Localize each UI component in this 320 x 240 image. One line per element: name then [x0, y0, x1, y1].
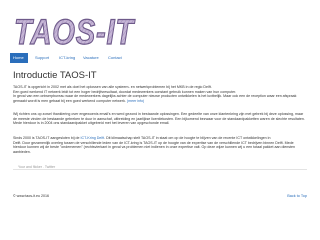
intro-text: In geval van een ontwerpbureau waar de m… — [13, 94, 297, 103]
ict-kring-text: . Dit klimaatschap stelt TAOS-IT in staa… — [104, 136, 271, 140]
copyright: © www.taos-it.eu 2016 — [13, 194, 50, 198]
nav-ict-kring[interactable]: ICT-kring — [56, 53, 78, 63]
main-navbar: Home Support ICT-kring Vacature Contact — [10, 53, 310, 63]
services-paragraph: Wij richten ons op zowel thanklering ove… — [13, 112, 307, 126]
taos-it-logo[interactable]: TAOS-IT — [10, 13, 139, 50]
ict-kring-paragraph: Sinds 2000 is TAOS-IT aangesloten bij de… — [13, 136, 307, 154]
back-to-top-link[interactable]: Back to Top — [287, 194, 307, 198]
nav-contact[interactable]: Contact — [105, 53, 125, 63]
nav-support[interactable]: Support — [32, 53, 52, 63]
services-line: Mede hierdoor is in 2004 ons standaardpa… — [13, 121, 170, 125]
social-bar: Your and flicker . Twitter — [13, 164, 307, 170]
meer-info-link[interactable]: (meer info) — [127, 99, 144, 103]
nav-vacature[interactable]: Vacature — [80, 53, 102, 63]
nav-home[interactable]: Home — [10, 53, 28, 63]
ict-kring-link[interactable]: ICT-Kring Delft — [81, 136, 105, 140]
intro-line: In geval van een ontwerpbureau waar de m… — [13, 94, 307, 103]
ict-kring-text: Delft. Door gezamenlijk overleg tussen d… — [13, 140, 296, 154]
page-title: Introductie TAOS-IT — [13, 70, 97, 81]
ict-kring-line: Sinds 2000 is TAOS-IT aangesloten bij de… — [13, 136, 307, 141]
ict-kring-text: Sinds 2000 is TAOS-IT aangesloten bij de — [13, 136, 80, 140]
intro-paragraph: TAOS-IT is opgericht in 2002 met als doe… — [13, 85, 307, 103]
logo-text: TAOS-IT — [14, 13, 135, 50]
services-text: Wij richten ons op zowel thanklering ove… — [13, 112, 305, 121]
social-links[interactable]: Your and flicker . Twitter — [18, 164, 55, 170]
